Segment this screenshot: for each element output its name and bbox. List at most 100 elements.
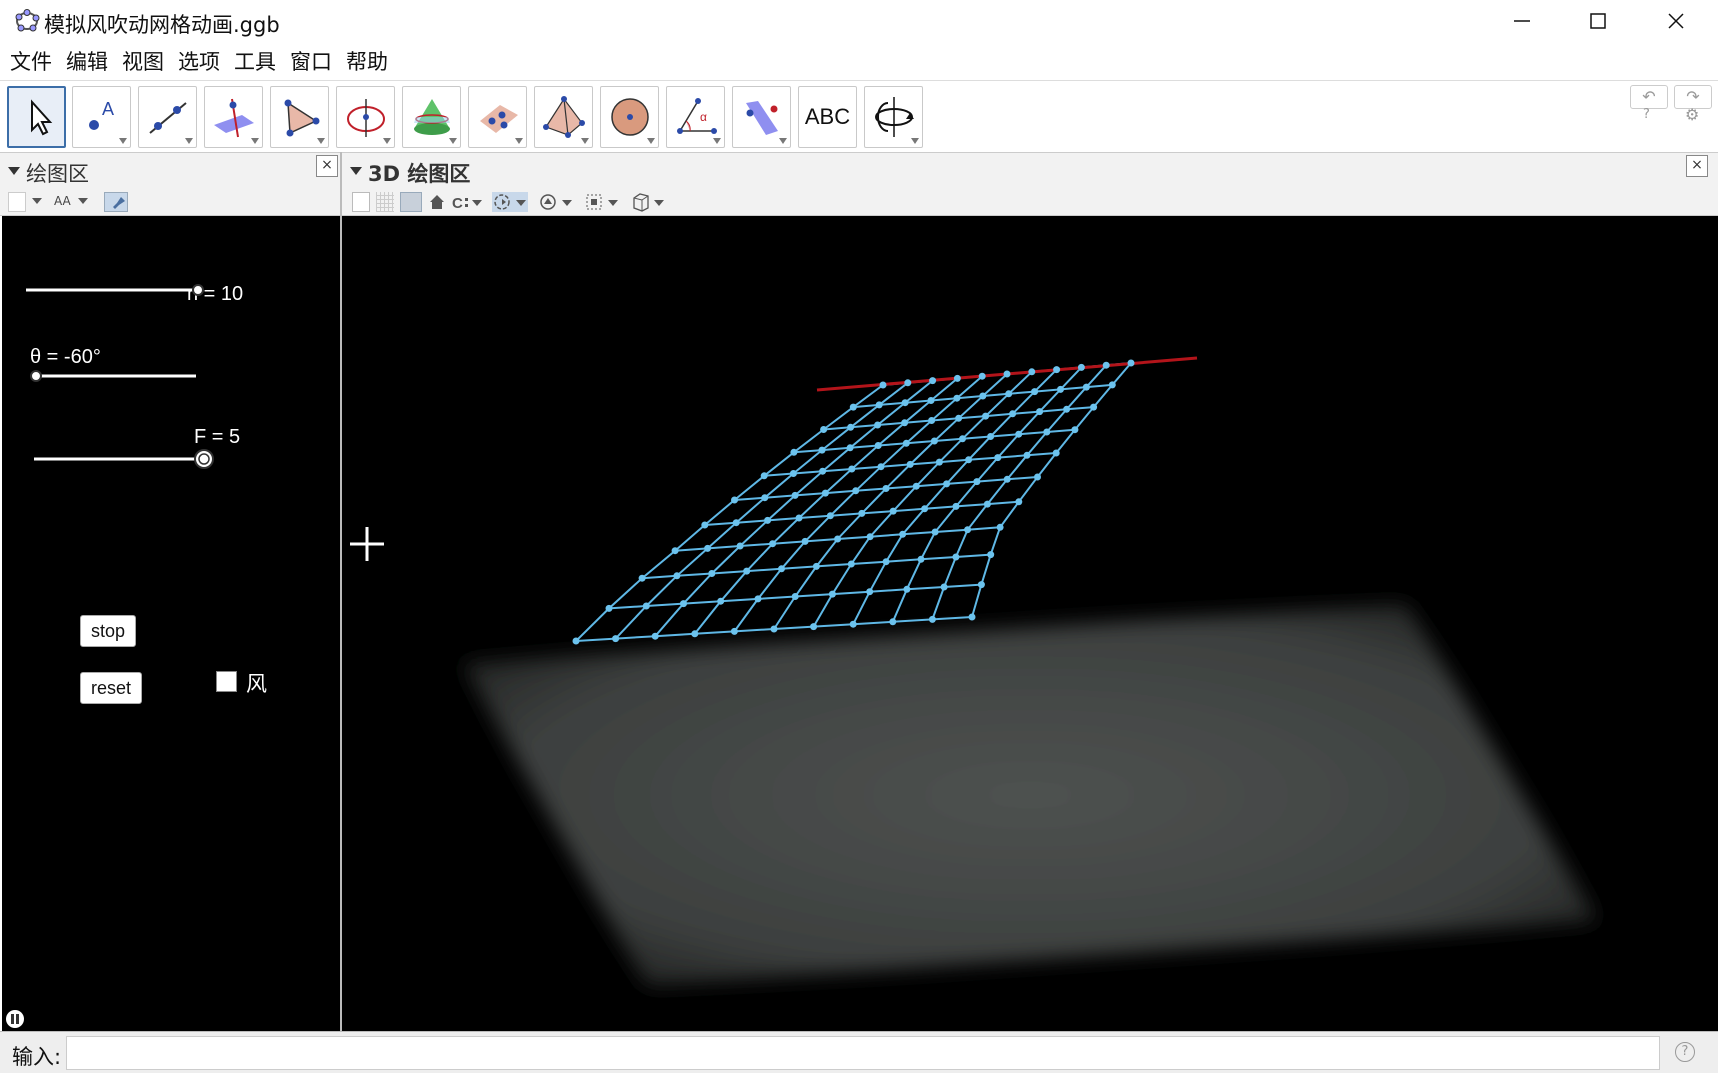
text-tool[interactable]: ABC [798, 86, 857, 148]
grid-point[interactable] [1090, 403, 1098, 411]
grid-point[interactable] [642, 602, 650, 610]
grid-point[interactable] [965, 456, 973, 464]
angle-tool[interactable]: α [666, 86, 725, 148]
grid-column-line[interactable] [575, 384, 884, 642]
grid-point[interactable] [828, 590, 836, 598]
cube-view-icon[interactable] [630, 192, 666, 212]
settings-icon[interactable]: ⚙ [1685, 105, 1699, 124]
grid-point[interactable] [769, 540, 777, 548]
grid-point[interactable] [874, 442, 882, 449]
grid-point[interactable] [849, 403, 857, 411]
grid-point[interactable] [987, 433, 995, 440]
pin-icon[interactable] [104, 192, 128, 212]
grid-point[interactable] [1063, 405, 1071, 413]
grid-point[interactable] [1036, 408, 1044, 416]
grid-point[interactable] [818, 446, 826, 454]
grid-point[interactable] [605, 604, 613, 612]
grid-point[interactable] [952, 502, 960, 510]
grid-point[interactable] [764, 516, 772, 524]
grid-point[interactable] [1005, 390, 1013, 398]
clipping-icon[interactable]: C [452, 192, 482, 212]
circle-axis-tool[interactable] [336, 86, 395, 148]
grid-point[interactable] [874, 421, 882, 429]
grid-point[interactable] [820, 426, 828, 433]
menu-help[interactable]: 帮助 [344, 46, 390, 76]
grid-point[interactable] [847, 423, 855, 431]
grid-point[interactable] [930, 437, 938, 445]
grid-point[interactable] [1015, 430, 1023, 438]
menu-file[interactable]: 文件 [8, 46, 54, 76]
grid-point[interactable] [848, 465, 856, 473]
grid-point[interactable] [691, 630, 699, 638]
grid-point[interactable] [1009, 410, 1017, 418]
grid-point[interactable] [964, 526, 972, 534]
xy-plane[interactable] [462, 604, 1598, 986]
grid-point[interactable] [638, 574, 646, 582]
grid-point[interactable] [732, 519, 740, 527]
grid-point[interactable] [1023, 451, 1031, 459]
grid-column-line[interactable] [931, 364, 1107, 620]
color-swatch[interactable] [8, 192, 26, 212]
grid-point[interactable] [959, 435, 966, 443]
grid-point[interactable] [1031, 388, 1039, 396]
grid-point[interactable] [1071, 426, 1079, 434]
maximize-button[interactable] [1560, 0, 1636, 42]
grid-point[interactable] [801, 537, 809, 545]
menu-tools[interactable]: 工具 [232, 46, 278, 76]
grid-point[interactable] [680, 600, 687, 608]
grid-point[interactable] [882, 558, 890, 566]
grid-point[interactable] [1108, 381, 1116, 389]
plane-points-tool[interactable] [468, 86, 527, 148]
grid-point[interactable] [929, 377, 937, 385]
grid-point[interactable] [671, 547, 679, 555]
grid-point[interactable] [821, 489, 829, 497]
grid-point[interactable] [953, 374, 961, 382]
grid-point[interactable] [917, 555, 925, 563]
collapse-triangle-icon[interactable] [8, 167, 20, 175]
grid-point[interactable] [795, 514, 803, 522]
reflect-tool[interactable] [732, 86, 791, 148]
grid-point[interactable] [673, 572, 681, 580]
intersect-surfaces-tool[interactable] [402, 86, 461, 148]
grid-point[interactable] [1003, 370, 1011, 378]
grid-point[interactable] [978, 372, 986, 380]
grid-point[interactable] [902, 439, 910, 447]
point-tool[interactable]: A [72, 86, 131, 148]
help-icon[interactable]: ? [1643, 107, 1650, 122]
font-size-icon[interactable]: AA [54, 194, 71, 214]
grid-point[interactable] [1077, 363, 1085, 371]
line-tool[interactable] [138, 86, 197, 148]
command-input[interactable] [66, 1036, 1660, 1070]
menu-options[interactable]: 选项 [176, 46, 222, 76]
grid-point[interactable] [983, 500, 991, 508]
grid-point[interactable] [1043, 428, 1051, 436]
slider-theta[interactable] [30, 366, 200, 390]
grid-point[interactable] [979, 392, 987, 400]
grid-point[interactable] [730, 627, 738, 635]
grid-point[interactable] [791, 491, 799, 499]
grid-point[interactable] [791, 593, 799, 600]
grid-point[interactable] [760, 472, 768, 480]
grid-point[interactable] [708, 570, 716, 577]
grid-toggle-icon[interactable] [376, 192, 394, 212]
view3d-scene[interactable] [342, 216, 1718, 1031]
grid-point[interactable] [973, 478, 981, 486]
grid-point[interactable] [940, 583, 948, 591]
graphics-view[interactable]: n = 10 θ = -60° F = 5 stop reset 风 [2, 216, 340, 1031]
grid-point[interactable] [810, 623, 818, 631]
grid-point[interactable] [866, 588, 874, 596]
grid-point[interactable] [899, 530, 907, 538]
view-direction-icon[interactable] [538, 192, 574, 212]
grid-point[interactable] [935, 458, 943, 466]
grid-point[interactable] [826, 512, 834, 520]
grid-point[interactable] [1057, 385, 1064, 393]
slider-n[interactable] [22, 280, 222, 304]
grid-point[interactable] [743, 567, 751, 575]
wind-checkbox[interactable] [216, 671, 237, 692]
grid-point[interactable] [901, 419, 909, 427]
grid-point[interactable] [968, 613, 976, 621]
chevron-down-icon[interactable] [32, 198, 42, 204]
grid-point[interactable] [921, 505, 929, 513]
grid-point[interactable] [943, 480, 951, 488]
grid-point[interactable] [952, 553, 960, 561]
